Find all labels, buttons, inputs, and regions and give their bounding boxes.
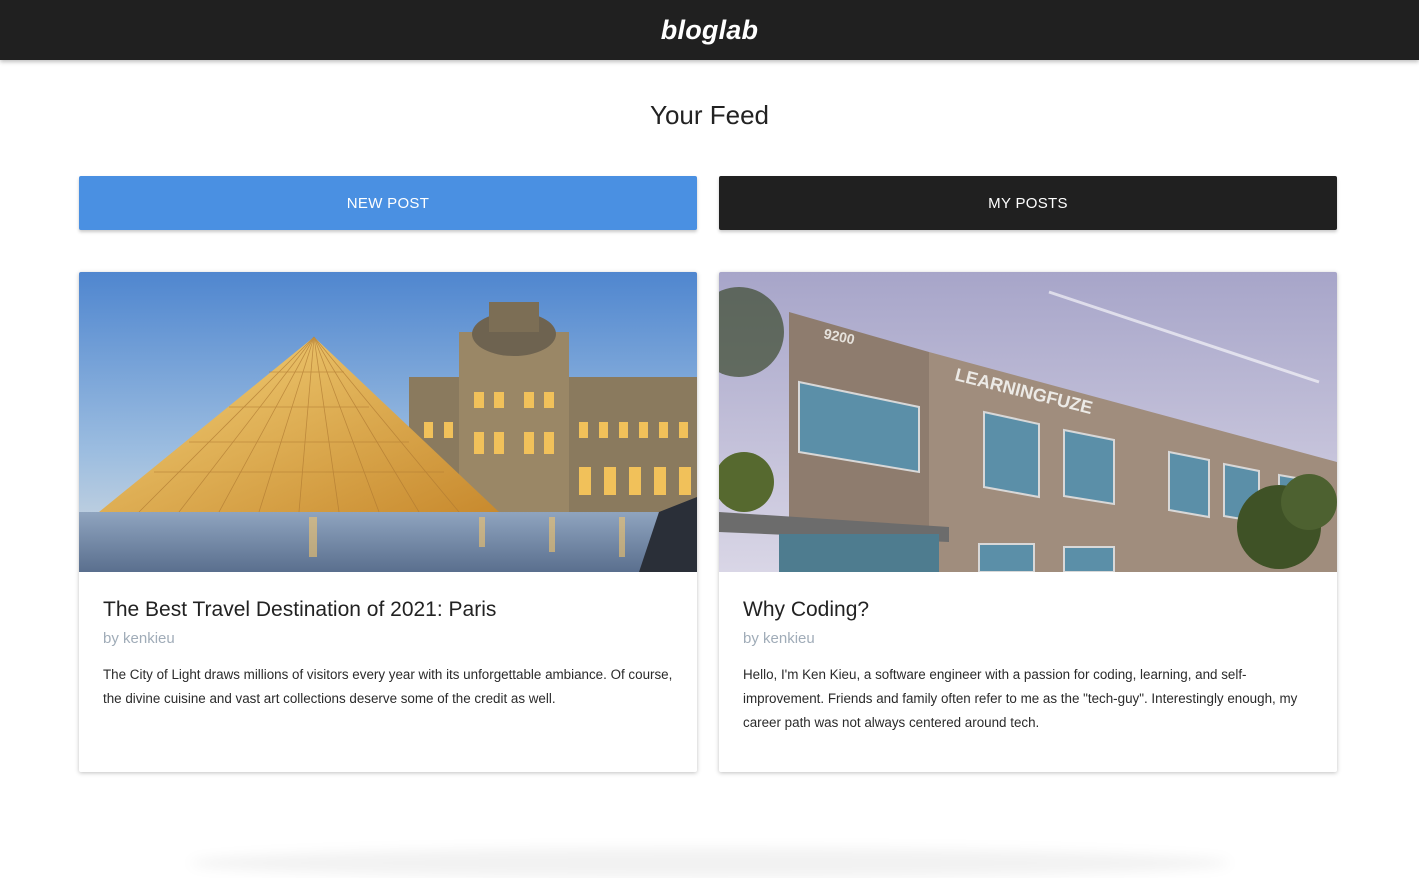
post-title[interactable]: The Best Travel Destination of 2021: Par… (103, 598, 673, 622)
new-post-button[interactable]: NEW POST (79, 176, 697, 230)
post-card[interactable]: 9200 LEARNINGFUZE Why Coding? by kenkieu… (719, 272, 1337, 772)
post-image-building: 9200 LEARNINGFUZE (719, 272, 1337, 572)
post-card-body: Why Coding? by kenkieu Hello, I'm Ken Ki… (719, 572, 1337, 735)
my-posts-button[interactable]: MY POSTS (719, 176, 1337, 230)
brand-logo[interactable]: bloglab (661, 15, 758, 46)
next-card-shadow (190, 848, 1230, 878)
post-card[interactable]: The Best Travel Destination of 2021: Par… (79, 272, 697, 772)
post-image-louvre (79, 272, 697, 572)
post-title[interactable]: Why Coding? (743, 598, 1313, 622)
post-excerpt: The City of Light draws millions of visi… (103, 667, 673, 706)
top-navbar: bloglab (0, 0, 1419, 60)
post-card-body: The Best Travel Destination of 2021: Par… (79, 572, 697, 711)
post-author: by kenkieu (103, 630, 175, 647)
page-title: Your Feed (649, 100, 770, 130)
post-author: by kenkieu (743, 630, 815, 647)
post-excerpt: Hello, I'm Ken Kieu, a software engineer… (743, 667, 1298, 730)
